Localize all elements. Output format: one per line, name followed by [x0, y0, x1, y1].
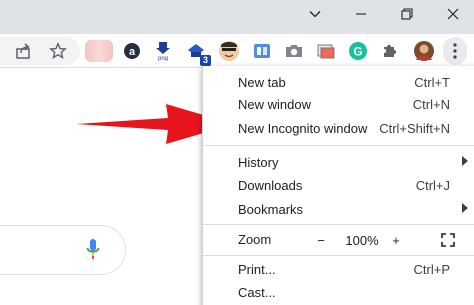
- menu-item-shortcut: Ctrl+P: [413, 262, 450, 277]
- menu-item-shortcut: Ctrl+N: [412, 97, 450, 112]
- tab-search-chevron-down-icon[interactable]: [292, 0, 338, 28]
- zoom-out-button[interactable]: −: [311, 228, 331, 252]
- zoom-level: 100%: [345, 232, 379, 248]
- submenu-arrow-icon: [462, 203, 468, 213]
- reader-icon[interactable]: [250, 39, 274, 63]
- more-menu-icon[interactable]: [443, 37, 467, 65]
- submenu-arrow-icon: [462, 156, 468, 166]
- camera-icon[interactable]: [282, 39, 306, 63]
- browser-window: a png 3 G New tab Ctrl+T New window Ctrl…: [0, 0, 474, 305]
- menu-item-shortcut: Ctrl+T: [414, 75, 450, 90]
- menu-item-shortcut: Ctrl+Shift+N: [379, 121, 450, 136]
- menu-item-history[interactable]: History: [203, 151, 474, 175]
- menu-item-new-tab[interactable]: New tab Ctrl+T: [203, 71, 474, 95]
- menu-item-shortcut: Ctrl+J: [415, 178, 450, 193]
- svg-text:a: a: [129, 46, 136, 58]
- menu-item-label: Downloads: [238, 178, 303, 193]
- chrome-main-menu: New tab Ctrl+T New window Ctrl+N New Inc…: [202, 66, 474, 305]
- amazon-assistant-icon[interactable]: a: [120, 39, 144, 63]
- menu-separator: [203, 145, 474, 146]
- google-search-box[interactable]: [0, 225, 126, 275]
- toolbar: a png 3 G: [0, 34, 474, 68]
- extension-badge-icon[interactable]: 3: [184, 39, 211, 66]
- share-icon[interactable]: [12, 39, 36, 63]
- title-bar: [0, 0, 474, 34]
- puzzle-icon[interactable]: [378, 39, 402, 63]
- menu-separator: [203, 224, 474, 225]
- restore-icon[interactable]: [384, 0, 430, 28]
- menu-item-bookmarks[interactable]: Bookmarks: [203, 198, 474, 222]
- extension-badge-count: 3: [199, 55, 211, 66]
- zoom-in-button[interactable]: +: [386, 228, 406, 252]
- menu-separator: [203, 255, 474, 256]
- close-icon[interactable]: [430, 0, 474, 28]
- menu-item-new-window[interactable]: New window Ctrl+N: [203, 93, 474, 117]
- menu-item-label: Cast...: [238, 285, 276, 300]
- menu-item-label: Print...: [238, 262, 276, 277]
- menu-item-zoom: Zoom − 100% +: [203, 228, 474, 252]
- grammarly-icon[interactable]: G: [346, 39, 370, 63]
- screenshot-icon[interactable]: [314, 39, 338, 63]
- minimize-icon[interactable]: [338, 0, 384, 28]
- svg-text:png: png: [158, 56, 168, 61]
- blurred-extension-icon[interactable]: [84, 39, 114, 63]
- menu-item-label: New Incognito window: [238, 121, 368, 136]
- star-icon[interactable]: [46, 39, 70, 63]
- menu-item-label: History: [238, 155, 279, 170]
- menu-item-label: New tab: [238, 75, 286, 90]
- menu-item-label: Zoom: [238, 232, 272, 247]
- fullscreen-icon[interactable]: [428, 228, 468, 252]
- menu-item-new-incognito-window[interactable]: New Incognito window Ctrl+Shift+N: [203, 117, 474, 141]
- menu-item-label: Bookmarks: [238, 202, 304, 217]
- microphone-icon[interactable]: [86, 238, 100, 267]
- download-png-icon[interactable]: png: [151, 39, 175, 63]
- menu-item-label: New window: [238, 97, 311, 112]
- profile-avatar[interactable]: [412, 39, 436, 63]
- menu-item-cast[interactable]: Cast...: [203, 281, 474, 305]
- avatar-extension-icon[interactable]: [217, 39, 241, 63]
- menu-item-print[interactable]: Print... Ctrl+P: [203, 258, 474, 282]
- menu-item-downloads[interactable]: Downloads Ctrl+J: [203, 174, 474, 198]
- svg-text:G: G: [353, 45, 362, 59]
